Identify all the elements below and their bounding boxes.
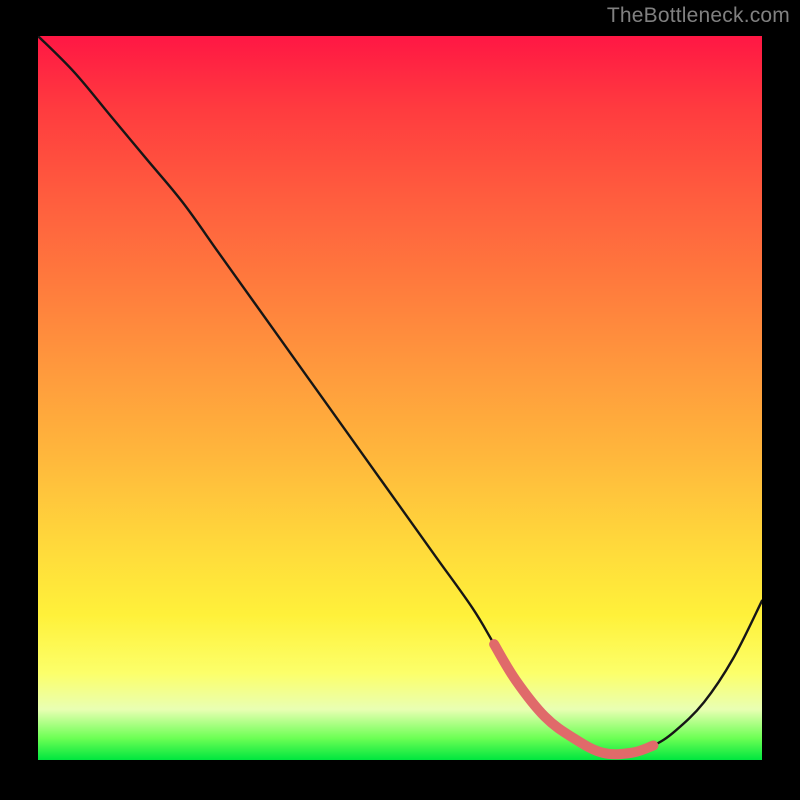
plot-area — [38, 36, 762, 760]
watermark-text: TheBottleneck.com — [607, 4, 790, 28]
bottleneck-curve — [38, 36, 762, 754]
bottleneck-highlight — [494, 644, 653, 754]
chart-svg — [38, 36, 762, 760]
chart-stage: TheBottleneck.com — [0, 0, 800, 800]
